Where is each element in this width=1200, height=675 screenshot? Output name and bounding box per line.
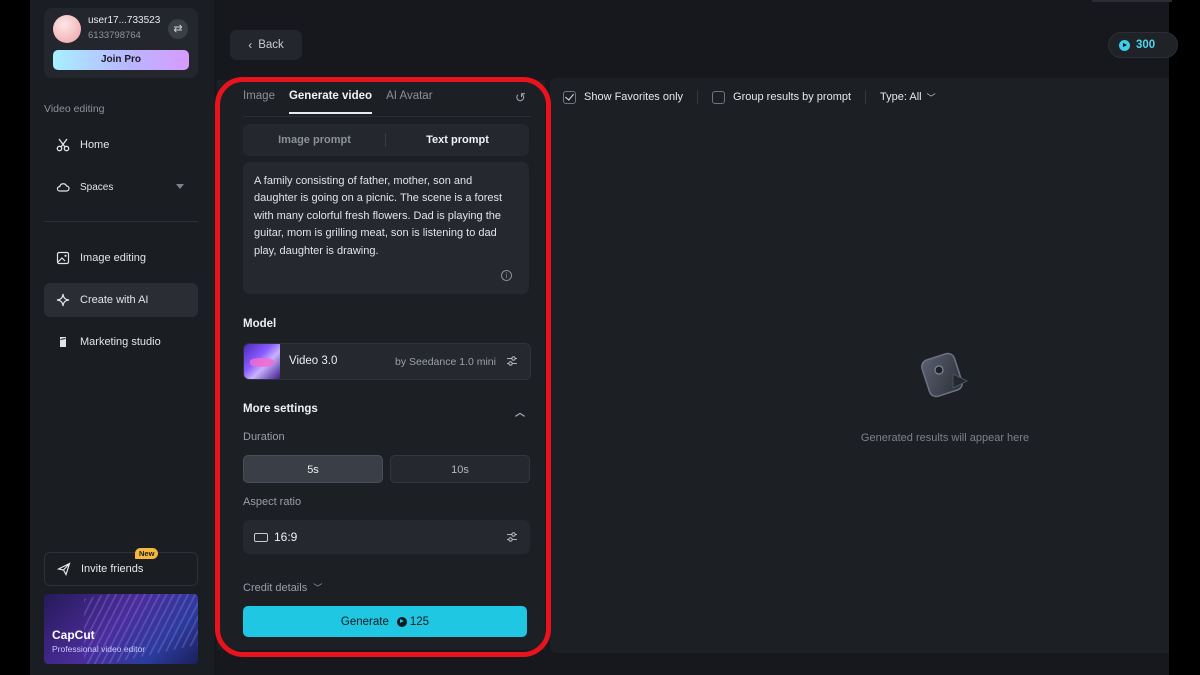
model-label: Model <box>243 318 277 330</box>
credits-badge[interactable]: 300 <box>1108 32 1178 58</box>
more-settings-label: More settings <box>243 403 318 415</box>
invite-label: Invite friends <box>81 563 144 575</box>
reset-icon[interactable]: ↺ <box>515 90 526 106</box>
sidebar-item-label: Marketing studio <box>80 336 161 348</box>
empty-media-icon <box>921 352 969 398</box>
results-panel: Show Favorites only Group results by pro… <box>550 78 1169 653</box>
aspect-ratio-icon <box>254 533 268 542</box>
generate-cost: 125 <box>409 615 430 628</box>
scissors-icon <box>56 138 70 152</box>
generate-button[interactable]: Generate 125 <box>243 606 527 637</box>
sidebar-item-create-with-ai[interactable]: Create with AI <box>44 283 198 317</box>
toolbar-divider <box>697 90 699 104</box>
sidebar: user17...733523 6133798764 ⇄ Join Pro Vi… <box>30 0 214 675</box>
settings-sliders-icon[interactable] <box>506 355 518 367</box>
user-name: user17...733523 <box>88 15 161 26</box>
prompt-mode-toggle: Image prompt Text prompt <box>243 124 529 156</box>
generate-label: Generate <box>340 615 389 628</box>
credit-coin-icon <box>1119 39 1130 51</box>
right-letterbox <box>1169 0 1200 675</box>
credit-coin-icon <box>396 616 407 627</box>
switch-account-icon[interactable]: ⇄ <box>168 19 188 39</box>
new-badge: New <box>135 548 159 559</box>
group-results-checkbox[interactable] <box>712 90 726 104</box>
duration-10s-button[interactable]: 10s <box>390 455 530 483</box>
tab-ai-avatar[interactable]: AI Avatar <box>386 90 432 114</box>
group-results-label[interactable]: Group results by prompt <box>733 91 851 103</box>
show-favorites-checkbox[interactable] <box>563 90 576 104</box>
cloud-icon <box>56 183 70 192</box>
sidebar-item-label: Image editing <box>80 252 147 264</box>
empty-state-message: Generated results will appear here <box>860 432 1030 444</box>
model-provider: by Seedance 1.0 mini <box>395 356 496 368</box>
credit-details-toggle[interactable]: Credit details ﹀ <box>243 581 322 594</box>
generator-panel: Image Generate video AI Avatar ↺ Image p… <box>217 80 545 650</box>
chevron-down-icon[interactable] <box>176 184 184 189</box>
show-favorites-label[interactable]: Show Favorites only <box>584 91 683 103</box>
sidebar-item-label: Home <box>80 139 110 151</box>
sidebar-item-label: Spaces <box>80 181 114 193</box>
settings-sliders-icon[interactable] <box>506 531 518 543</box>
tab-image[interactable]: Image <box>243 90 275 114</box>
capcut-promo-banner[interactable]: CapCut Professional video editor <box>44 594 198 664</box>
credit-details-label: Credit details <box>243 582 308 594</box>
promo-subtitle: Professional video editor <box>52 644 146 654</box>
app-window: user17...733523 6133798764 ⇄ Join Pro Vi… <box>30 0 1178 675</box>
aspect-ratio-value: 16:9 <box>274 530 298 544</box>
image-icon <box>56 251 70 265</box>
sidebar-item-home[interactable]: Home <box>44 128 198 162</box>
tab-generate-video[interactable]: Generate video <box>288 90 373 114</box>
sparkle-icon <box>56 293 70 307</box>
chevron-down-icon[interactable]: ﹀ <box>927 91 936 104</box>
left-letterbox <box>0 0 30 675</box>
chevron-down-icon: ﹀ <box>313 583 323 593</box>
sidebar-item-label: Create with AI <box>80 294 149 306</box>
prompt-text[interactable]: A family consisting of father, mother, s… <box>254 173 512 260</box>
more-settings-header[interactable]: More settings ︿ <box>243 403 527 419</box>
bag-icon <box>60 337 66 347</box>
sidebar-item-image-editing[interactable]: Image editing <box>44 241 198 275</box>
invite-friends-button[interactable]: Invite friends New <box>44 548 198 586</box>
credits-value: 300 <box>1136 39 1156 51</box>
text-prompt-option[interactable]: Text prompt <box>386 124 529 156</box>
top-strip <box>1092 0 1172 2</box>
model-name: Video 3.0 <box>289 355 338 367</box>
chevron-up-icon[interactable]: ︿ <box>515 404 525 419</box>
user-id: 6133798764 <box>88 30 141 41</box>
sidebar-item-spaces[interactable]: Spaces <box>44 170 198 204</box>
results-toolbar: Show Favorites only Group results by pro… <box>563 90 936 104</box>
send-icon <box>57 562 71 576</box>
section-label: Video editing <box>44 103 105 115</box>
duration-label: Duration <box>243 431 285 443</box>
toolbar-divider <box>865 90 867 104</box>
divider <box>44 221 198 222</box>
avatar[interactable] <box>53 15 81 43</box>
aspect-ratio-label: Aspect ratio <box>243 496 302 508</box>
prompt-input[interactable]: A family consisting of father, mother, s… <box>243 162 529 294</box>
sidebar-item-marketing-studio[interactable]: Marketing studio <box>44 325 198 359</box>
join-pro-button[interactable]: Join Pro <box>53 50 189 70</box>
promo-title: CapCut <box>52 628 95 642</box>
user-card: user17...733523 6133798764 ⇄ Join Pro <box>44 8 198 78</box>
tab-bar: Image Generate video AI Avatar <box>243 90 433 114</box>
back-label: Back <box>258 39 284 51</box>
info-icon[interactable]: i <box>501 270 512 281</box>
aspect-ratio-selector[interactable]: 16:9 <box>243 520 530 554</box>
image-prompt-option[interactable]: Image prompt <box>243 124 386 156</box>
duration-5s-button[interactable]: 5s <box>243 455 383 483</box>
model-thumbnail <box>244 344 280 379</box>
tabs-divider <box>243 116 531 117</box>
chevron-left-icon: ‹ <box>248 38 253 52</box>
type-filter-dropdown[interactable]: Type: All <box>880 91 922 103</box>
back-button[interactable]: ‹ Back <box>230 30 302 60</box>
model-selector[interactable]: Video 3.0 by Seedance 1.0 mini <box>243 343 531 380</box>
